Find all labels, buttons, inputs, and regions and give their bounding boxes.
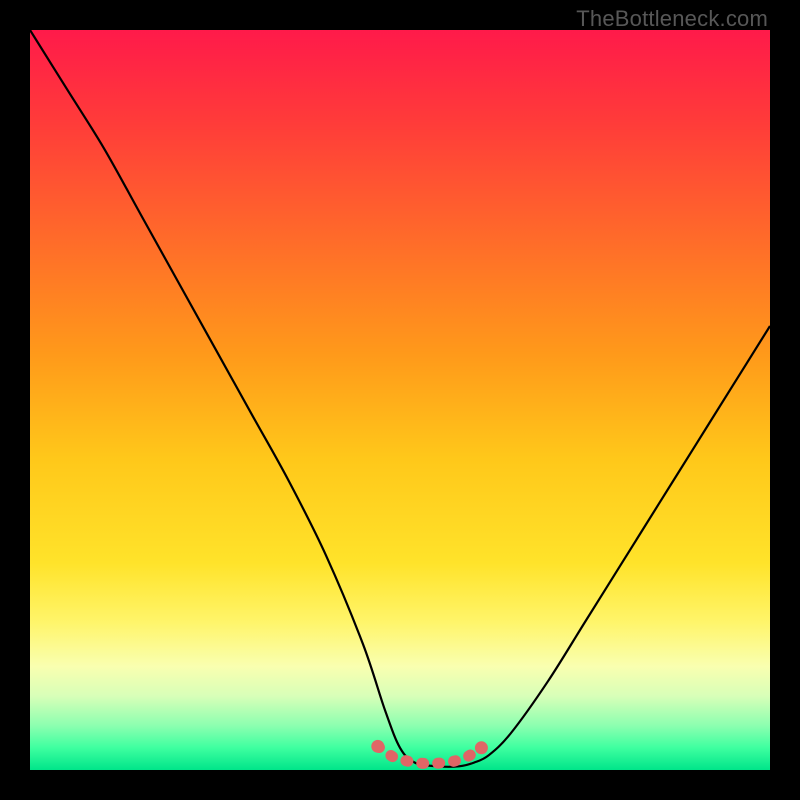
watermark-text: TheBottleneck.com bbox=[576, 6, 768, 32]
low-region-marker bbox=[371, 740, 488, 764]
bottleneck-curve bbox=[30, 30, 770, 767]
plot-area bbox=[30, 30, 770, 770]
chart-container: TheBottleneck.com bbox=[0, 0, 800, 800]
chart-lines bbox=[30, 30, 770, 770]
